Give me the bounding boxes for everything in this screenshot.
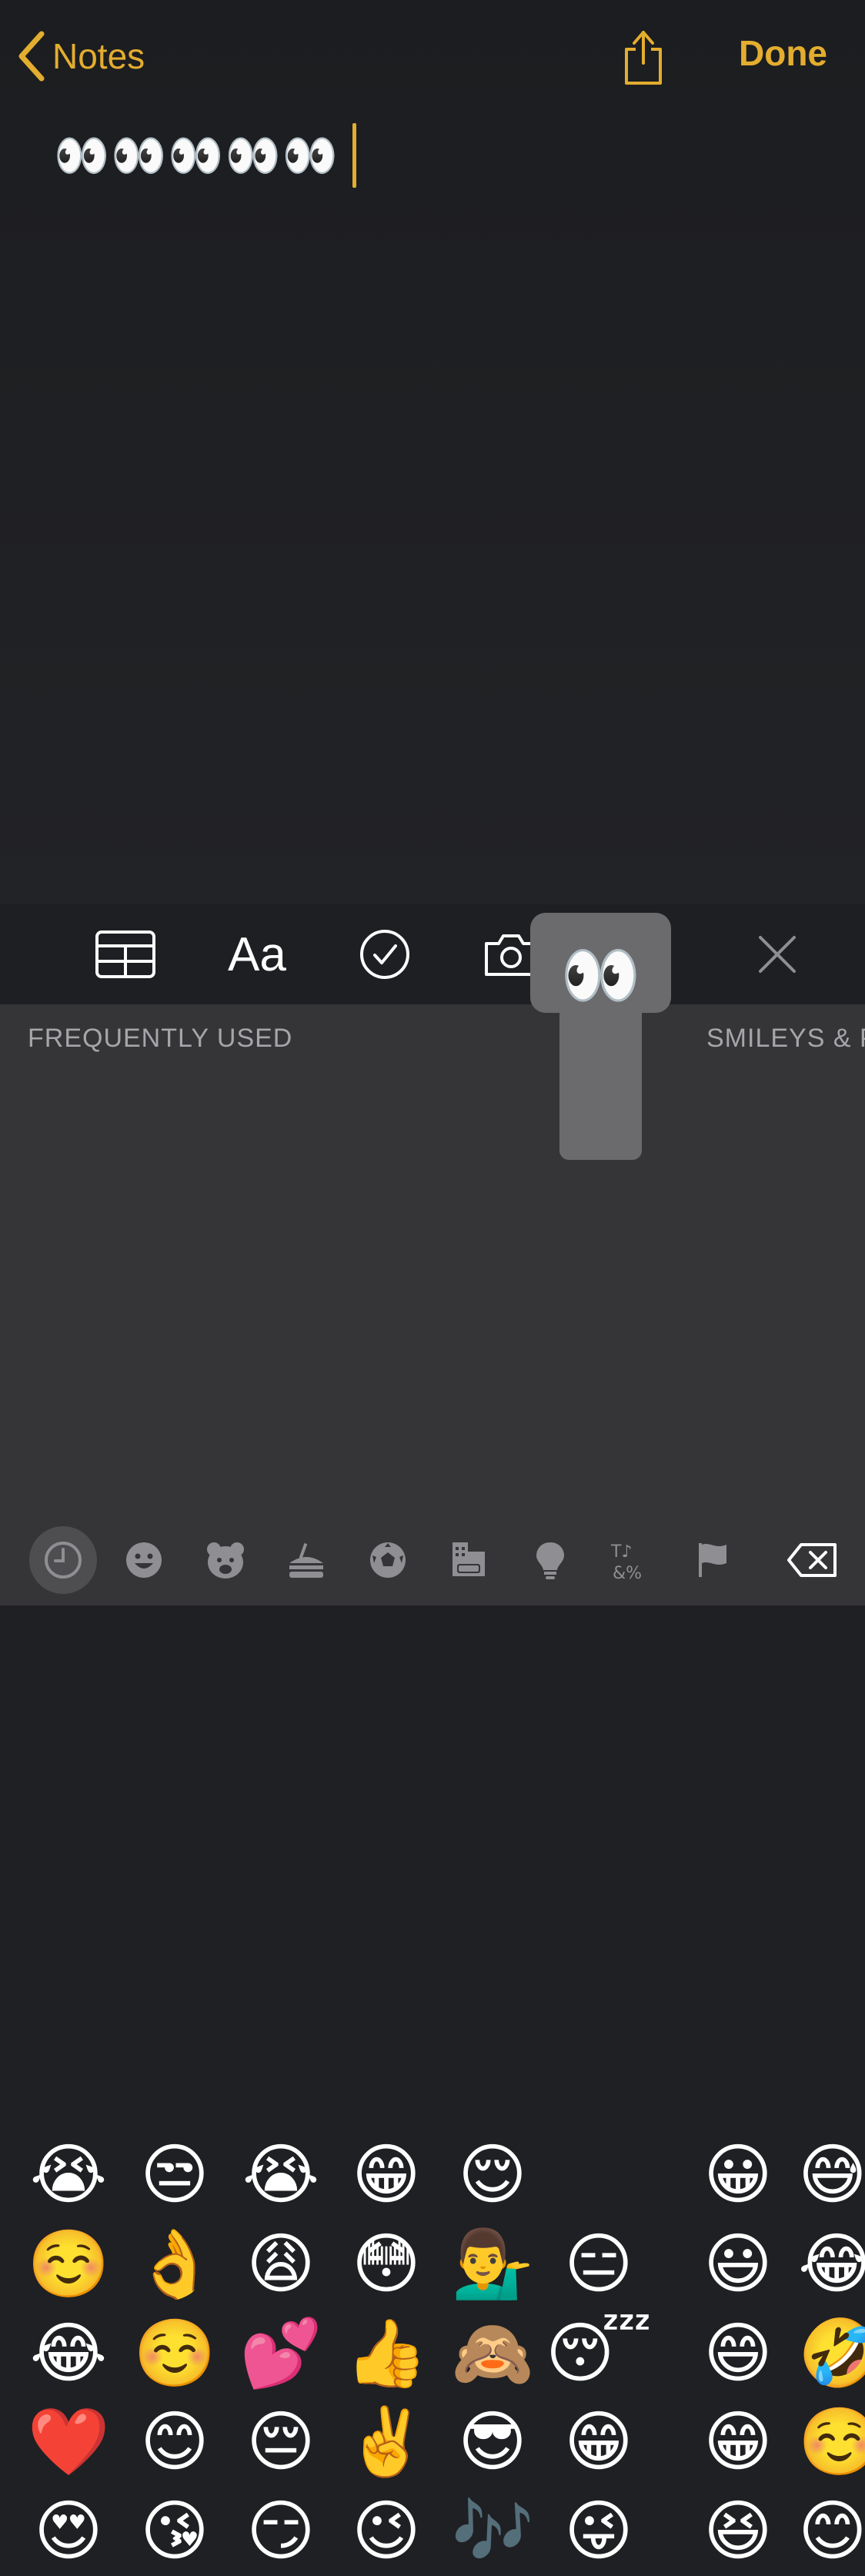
flag-icon (699, 1543, 726, 1577)
emoji-key[interactable]: 😑 (553, 2220, 645, 2309)
checklist-button[interactable] (359, 927, 410, 981)
emoji-key[interactable]: 😂 (798, 2220, 865, 2309)
emoji-key[interactable]: 😎 (446, 2397, 539, 2487)
food-icon (289, 1542, 323, 1578)
emoji-grid: 😭 ☺️ 😂 ❤️ 😍 😒 👌 ☺️ 😊 😘 😭 😩 💕 😔 😏 😁 😳 👍 ✌… (0, 1066, 865, 2564)
share-icon[interactable] (620, 28, 666, 86)
emoji-key[interactable]: ☺️ (798, 2397, 865, 2487)
back-button[interactable]: Notes (17, 29, 145, 83)
emoji-key[interactable]: ❤️ (22, 2397, 115, 2487)
category-objects-button[interactable] (527, 1537, 573, 1583)
key-popup-stem (559, 1001, 642, 1160)
emoji-key[interactable]: 💕 (235, 2309, 327, 2398)
checkmark-circle-icon (360, 930, 409, 979)
clock-icon (45, 1542, 82, 1579)
category-recent-button[interactable] (40, 1537, 86, 1583)
buildings-car-icon (453, 1542, 485, 1576)
emoji-key[interactable]: 😀 (692, 2130, 784, 2220)
smiley-icon (126, 1542, 162, 1578)
svg-text:T♪: T♪ (610, 1542, 632, 1562)
close-icon (759, 936, 796, 973)
category-food-button[interactable] (283, 1537, 329, 1583)
emoji-key[interactable]: 😘 (129, 2487, 221, 2576)
note-body-text[interactable]: 👀👀👀👀👀 (54, 127, 339, 184)
emoji-key[interactable]: 😍 (22, 2487, 115, 2576)
chevron-left-icon (18, 31, 45, 82)
close-button[interactable] (757, 927, 797, 981)
category-symbols-button[interactable]: T♪ &% (608, 1537, 654, 1583)
emoji-key[interactable]: 😌 (446, 2130, 539, 2220)
category-animals-button[interactable] (202, 1537, 249, 1583)
soccer-ball-icon (370, 1542, 406, 1578)
category-activity-button[interactable] (365, 1537, 411, 1583)
emoji-key[interactable]: 😆 (692, 2487, 784, 2576)
delete-button[interactable] (785, 1537, 840, 1583)
emoji-key[interactable]: 😭 (22, 2130, 115, 2220)
emoji-key[interactable]: 💁‍♂️ (446, 2220, 539, 2309)
emoji-key[interactable]: 😒 (129, 2130, 221, 2220)
key-popup-emoji: 👀 (560, 937, 641, 1013)
text-caret (352, 123, 356, 188)
emoji-key[interactable]: 😁 (692, 2397, 784, 2487)
emoji-key[interactable]: 😉 (340, 2487, 432, 2576)
emoji-key[interactable]: 😄 (692, 2309, 784, 2398)
table-button[interactable] (95, 927, 155, 981)
symbols-icon: T♪ &% (610, 1542, 642, 1582)
section-title-frequently-used: FREQUENTLY USED (28, 1024, 293, 1053)
emoji-key[interactable]: 👌 (129, 2220, 221, 2309)
emoji-key[interactable]: 😁 (340, 2130, 432, 2220)
category-flags-button[interactable] (690, 1537, 736, 1583)
emoji-key[interactable]: 😂 (22, 2309, 115, 2398)
format-button[interactable]: Aa (228, 927, 286, 981)
done-button[interactable]: Done (739, 32, 827, 74)
emoji-key[interactable]: ☺️ (129, 2309, 221, 2398)
emoji-key[interactable]: 😊 (798, 2487, 865, 2576)
emoji-key[interactable]: 😁 (553, 2397, 645, 2487)
bear-icon (207, 1542, 244, 1579)
emoji-key[interactable]: 😊 (129, 2397, 221, 2487)
category-travel-button[interactable] (446, 1537, 492, 1583)
emoji-key[interactable]: 🙈 (446, 2309, 539, 2398)
emoji-key[interactable]: 😜 (553, 2487, 645, 2576)
emoji-key[interactable]: ✌️ (340, 2397, 432, 2487)
emoji-key[interactable]: 😴 (546, 2309, 652, 2398)
emoji-key[interactable]: 😏 (235, 2487, 327, 2576)
delete-backspace-icon (787, 1543, 837, 1577)
emoji-key[interactable]: 😭 (235, 2130, 327, 2220)
emoji-key[interactable]: 😃 (692, 2220, 784, 2309)
emoji-key[interactable]: ☺️ (22, 2220, 115, 2309)
section-title-smileys: SMILEYS & P (706, 1024, 865, 1053)
emoji-key[interactable]: 😳 (340, 2220, 432, 2309)
emoji-key[interactable]: 🎶 (446, 2487, 539, 2576)
emoji-key[interactable]: 🤣 (798, 2309, 865, 2398)
emoji-key[interactable]: 👍 (340, 2309, 432, 2398)
emoji-key[interactable]: 😅 (798, 2130, 865, 2220)
table-icon (95, 931, 155, 978)
back-label: Notes (52, 36, 145, 76)
emoji-key[interactable]: 😩 (235, 2220, 327, 2309)
emoji-key[interactable]: 😔 (235, 2397, 327, 2487)
lightbulb-icon (536, 1542, 564, 1579)
category-smileys-button[interactable] (121, 1537, 167, 1583)
svg-text:&%: &% (613, 1564, 642, 1582)
